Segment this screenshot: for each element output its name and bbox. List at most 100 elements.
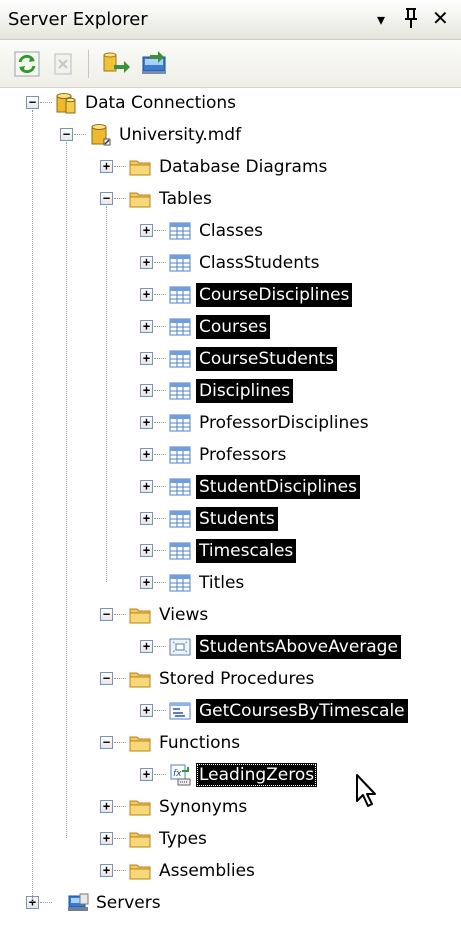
tree-connector — [154, 582, 166, 583]
tree-node-servers-label: Servers — [96, 893, 161, 913]
tree-guide-line — [66, 142, 67, 838]
table-icon — [168, 347, 192, 371]
tree-node-table[interactable]: + Courses — [0, 312, 461, 344]
tree-node-table-label: Disciplines — [196, 379, 294, 403]
tree-connector — [154, 518, 166, 519]
expand-icon[interactable]: + — [100, 832, 113, 845]
tree-node-data-connections[interactable]: − Data Connections — [0, 88, 461, 120]
connect-to-database-button[interactable] — [100, 51, 132, 77]
tree-node-view[interactable]: + StudentsAboveAverage — [0, 632, 461, 664]
collapse-icon[interactable]: − — [100, 608, 113, 621]
table-icon — [168, 411, 192, 435]
tree-node-university-mdf[interactable]: − University.mdf — [0, 120, 461, 152]
tree-connector — [154, 486, 166, 487]
svg-text:fx: fx — [173, 769, 182, 779]
expand-icon[interactable]: + — [140, 256, 153, 269]
table-icon — [168, 475, 192, 499]
tree-node-table[interactable]: + Classes — [0, 216, 461, 248]
tree-connector — [154, 294, 166, 295]
tree-node-table-label: Titles — [199, 573, 245, 593]
tree-node-table[interactable]: + Disciplines — [0, 376, 461, 408]
tree-node-table[interactable]: + ProfessorDisciplines — [0, 408, 461, 440]
folder-icon — [128, 859, 152, 883]
table-icon — [168, 379, 192, 403]
expand-icon[interactable]: + — [140, 576, 153, 589]
expand-icon[interactable]: + — [100, 800, 113, 813]
collapse-icon[interactable]: − — [26, 96, 39, 109]
close-icon[interactable]: ✕ — [432, 6, 449, 30]
tree-node-views[interactable]: − Views — [0, 600, 461, 632]
tree-node-stored-procedures[interactable]: − Stored Procedures — [0, 664, 461, 696]
tree-node-types[interactable]: + Types — [0, 824, 461, 856]
tree-node-function[interactable]: + fx LeadingZeros — [0, 760, 461, 792]
tree-node-table-label: Courses — [196, 315, 271, 339]
tree-node-functions[interactable]: − Functions — [0, 728, 461, 760]
tree-node-table[interactable]: + CourseStudents — [0, 344, 461, 376]
tree-node-stored-procedure-label: GetCoursesByTimescale — [196, 699, 408, 723]
table-icon — [168, 251, 192, 275]
expand-icon[interactable]: + — [140, 512, 153, 525]
expand-icon[interactable]: + — [100, 160, 113, 173]
tree-node-database-diagrams[interactable]: + Database Diagrams — [0, 152, 461, 184]
tree-node-servers[interactable]: + Servers — [0, 888, 461, 920]
expand-icon[interactable]: + — [140, 384, 153, 397]
tree-node-table[interactable]: + CourseDisciplines — [0, 280, 461, 312]
expand-icon[interactable]: + — [140, 640, 153, 653]
expand-icon[interactable]: + — [140, 416, 153, 429]
tree-node-tables[interactable]: − Tables — [0, 184, 461, 216]
folder-icon — [128, 155, 152, 179]
tree-node-table[interactable]: + ClassStudents — [0, 248, 461, 280]
tree-node-table[interactable]: + Timescales — [0, 536, 461, 568]
expand-icon[interactable]: + — [140, 448, 153, 461]
tree-guide-line — [32, 110, 33, 902]
mouse-cursor-icon — [356, 774, 376, 807]
collapse-icon[interactable]: − — [60, 128, 73, 141]
tree-node-stored-procedure[interactable]: + GetCoursesByTimescale — [0, 696, 461, 728]
connect-to-server-button[interactable] — [140, 51, 172, 77]
title-bar: Server Explorer ▾ ✕ — [0, 0, 461, 40]
dropdown-arrow-icon[interactable]: ▾ — [377, 8, 385, 32]
table-icon — [168, 443, 192, 467]
tree-node-view-label: StudentsAboveAverage — [196, 635, 401, 659]
collapse-icon[interactable]: − — [100, 672, 113, 685]
database-file-icon — [88, 123, 112, 147]
tree-connector — [154, 774, 166, 775]
tree-connector — [154, 550, 166, 551]
refresh-icon — [14, 51, 40, 77]
tree-connector — [114, 614, 126, 615]
tree-node-assemblies[interactable]: + Assemblies — [0, 856, 461, 888]
expand-icon[interactable]: + — [140, 768, 153, 781]
pin-icon[interactable] — [402, 6, 420, 35]
expand-icon[interactable]: + — [140, 320, 153, 333]
tree-node-table[interactable]: + StudentDisciplines — [0, 472, 461, 504]
tree-connector — [154, 230, 166, 231]
expand-icon[interactable]: + — [140, 544, 153, 557]
table-icon — [168, 539, 192, 563]
expand-icon[interactable]: + — [100, 864, 113, 877]
expand-icon[interactable]: + — [140, 352, 153, 365]
expand-icon[interactable]: + — [140, 704, 153, 717]
expand-icon[interactable]: + — [140, 288, 153, 301]
function-icon: fx — [168, 763, 192, 787]
tree-node-assemblies-label: Assemblies — [159, 861, 255, 881]
tree-node-table-label: CourseDisciplines — [196, 283, 353, 307]
expand-icon[interactable]: + — [140, 480, 153, 493]
tree-node-table[interactable]: + Students — [0, 504, 461, 536]
stop-refresh-button[interactable] — [50, 51, 76, 77]
servers-icon — [66, 891, 90, 915]
tree-node-synonyms[interactable]: + Synonyms — [0, 792, 461, 824]
tree-node-table-label: Professors — [199, 445, 287, 465]
tree-connector — [154, 358, 166, 359]
table-icon — [168, 571, 192, 595]
tree-node-table[interactable]: + Professors — [0, 440, 461, 472]
collapse-icon[interactable]: − — [100, 192, 113, 205]
table-icon — [168, 219, 192, 243]
refresh-button[interactable] — [14, 51, 40, 77]
tree-node-university-mdf-label: University.mdf — [119, 125, 242, 145]
tree-node-table[interactable]: + Titles — [0, 568, 461, 600]
collapse-icon[interactable]: − — [100, 736, 113, 749]
expand-icon[interactable]: + — [140, 224, 153, 237]
tree-connector — [154, 646, 166, 647]
data-connections-icon — [54, 91, 78, 115]
tree-node-table-label: Timescales — [196, 539, 297, 563]
